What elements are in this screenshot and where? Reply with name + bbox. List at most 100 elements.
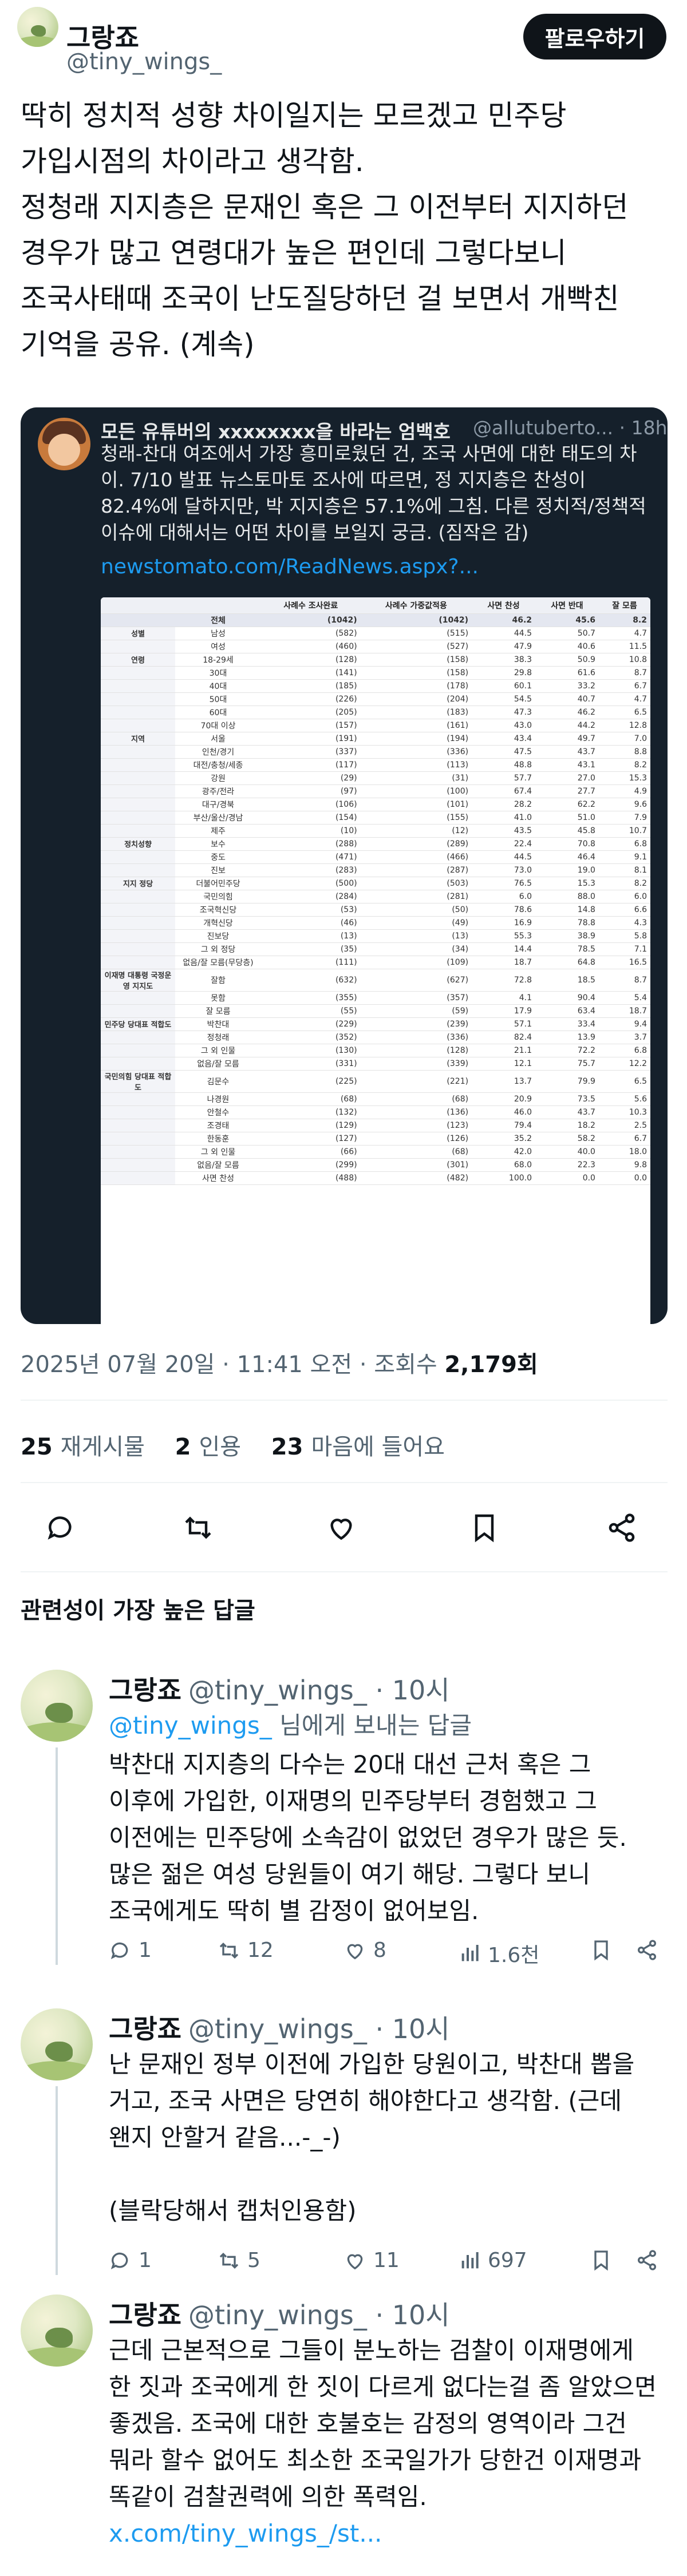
label-cell: 진보당 bbox=[175, 929, 261, 943]
group-cell bbox=[101, 666, 175, 680]
like-count: 11 bbox=[373, 2249, 400, 2272]
group-cell bbox=[101, 1105, 175, 1119]
like-count[interactable]: 23 bbox=[271, 1434, 303, 1460]
header-cell bbox=[101, 597, 175, 614]
value-cell: 50.7 bbox=[535, 627, 599, 640]
value-cell: 10.3 bbox=[598, 1105, 650, 1119]
label-cell: 나경원 bbox=[175, 1092, 261, 1106]
retweet-label[interactable]: 재게시물 bbox=[61, 1434, 145, 1460]
value-cell: 6.5 bbox=[598, 706, 650, 719]
reply-avatar[interactable] bbox=[21, 2008, 93, 2080]
reply-author[interactable]: 그랑죠 @tiny_wings_ · 10시 bbox=[109, 1670, 450, 1707]
like-icon[interactable] bbox=[318, 1505, 364, 1551]
table-row: 지지 정당 더불어민주당 (500) (503) 76.5 15.3 8.2 bbox=[101, 877, 650, 890]
view-count: 697 bbox=[488, 2249, 527, 2272]
reply-views-button[interactable]: 1.6천 bbox=[458, 1939, 539, 1968]
reply-retweet-button[interactable]: 12 bbox=[218, 1939, 274, 1962]
reply-icon[interactable] bbox=[38, 1505, 84, 1551]
share-icon[interactable] bbox=[599, 1505, 645, 1551]
reply-action-bar: 1 5 11 697 bbox=[109, 2249, 670, 2283]
value-cell: 6.5 bbox=[598, 1070, 650, 1093]
avatar-hill bbox=[21, 1722, 93, 1742]
value-cell: 75.7 bbox=[535, 1057, 599, 1071]
retweet-count[interactable]: 25 bbox=[21, 1434, 53, 1460]
value-cell: (13) bbox=[261, 929, 361, 943]
value-cell: (337) bbox=[261, 745, 361, 759]
value-cell: 47.9 bbox=[472, 640, 536, 653]
group-cell bbox=[101, 942, 175, 956]
value-cell: (100) bbox=[360, 784, 472, 798]
table-row: 대구/경북 (106) (101) 28.2 62.2 9.6 bbox=[101, 798, 650, 811]
reply-like-button[interactable]: 8 bbox=[344, 1939, 386, 1962]
group-cell bbox=[101, 719, 175, 732]
value-cell: (287) bbox=[360, 863, 472, 877]
divider bbox=[21, 1482, 668, 1483]
table-row: 개혁신당 (46) (49) 16.9 78.8 4.3 bbox=[101, 916, 650, 930]
reply-avatar[interactable] bbox=[21, 1670, 93, 1742]
group-cell: 성별 bbox=[101, 627, 175, 640]
group-cell: 민주당 당대표 적합도 bbox=[101, 1017, 175, 1031]
label-cell: 안철수 bbox=[175, 1105, 261, 1119]
reply-author[interactable]: 그랑죠 @tiny_wings_ · 10시 bbox=[109, 2008, 450, 2046]
quote-label[interactable]: 인용 bbox=[199, 1434, 241, 1460]
value-cell: 82.4 bbox=[472, 1031, 536, 1044]
reply-bookmark-button[interactable] bbox=[590, 1939, 613, 1961]
value-cell: (336) bbox=[360, 1031, 472, 1044]
quoted-tweet-card[interactable]: 모든 유튜버의 xxxxxxxx을 바라는 엄백호 @allutuberto..… bbox=[21, 407, 668, 1324]
value-cell: 15.3 bbox=[598, 771, 650, 785]
value-cell: (141) bbox=[261, 666, 361, 680]
value-cell: 54.5 bbox=[472, 692, 536, 706]
reply-item[interactable]: 그랑죠 @tiny_wings_ · 10시 @tiny_wings_ 님에게 보… bbox=[0, 1670, 687, 1967]
label-cell: 50대 bbox=[175, 692, 261, 706]
value-cell: 8.7 bbox=[598, 969, 650, 992]
author-avatar[interactable] bbox=[17, 7, 57, 47]
reply-bookmark-button[interactable] bbox=[590, 2249, 613, 2272]
reply-retweet-button[interactable]: 5 bbox=[218, 2249, 260, 2272]
reply-item[interactable]: 그랑죠 @tiny_wings_ · 10시 난 문재인 정부 이전에 가입한 당… bbox=[0, 2008, 687, 2277]
reply-item[interactable]: 그랑죠 @tiny_wings_ · 10시 근데 근본적으로 그들이 분노하는 … bbox=[0, 2294, 687, 2569]
retweet-icon[interactable] bbox=[175, 1505, 221, 1551]
label-cell: 60대 bbox=[175, 706, 261, 719]
value-cell: 4.7 bbox=[598, 692, 650, 706]
reply-mention[interactable]: @tiny_wings_ bbox=[109, 1711, 272, 1739]
reply-share-button[interactable] bbox=[635, 1939, 658, 1961]
header-cell: 사례수 조사완료 bbox=[261, 597, 361, 614]
value-cell: 50.9 bbox=[535, 653, 599, 667]
quote-count[interactable]: 2 bbox=[175, 1434, 191, 1460]
bookmark-icon[interactable] bbox=[461, 1505, 507, 1551]
reply-like-button[interactable]: 11 bbox=[344, 2249, 400, 2272]
replies-section-title[interactable]: 관련성이 가장 높은 답글 bbox=[21, 1592, 255, 1625]
reply-author[interactable]: 그랑죠 @tiny_wings_ · 10시 bbox=[109, 2294, 450, 2332]
value-cell: (154) bbox=[261, 811, 361, 825]
value-cell: (50) bbox=[360, 903, 472, 917]
follow-button[interactable]: 팔로우하기 bbox=[523, 14, 666, 60]
group-cell: 이재명 대통령 국정운영 지지도 bbox=[101, 969, 175, 992]
reply-avatar[interactable] bbox=[21, 2294, 93, 2367]
table-row: 국민의힘 (284) (281) 6.0 88.0 6.0 bbox=[101, 890, 650, 903]
reply-text: 박찬대 지지층의 다수는 20대 대선 근처 혹은 그 이후에 가입한, 이재명… bbox=[109, 1750, 627, 1925]
reply-share-button[interactable] bbox=[635, 2249, 658, 2272]
value-cell: 48.8 bbox=[472, 758, 536, 772]
label-cell: 전체 bbox=[175, 613, 261, 627]
quote-link[interactable]: newstomato.com/ReadNews.aspx?... bbox=[101, 555, 479, 578]
tweet-line: 가입시점의 차이라고 생각함. bbox=[21, 145, 364, 178]
like-label[interactable]: 마음에 들어요 bbox=[311, 1434, 445, 1460]
reply-link[interactable]: x.com/tiny_wings_/st... bbox=[109, 2515, 670, 2552]
reply-reply-button[interactable]: 1 bbox=[109, 1939, 152, 1962]
value-cell: 16.9 bbox=[472, 916, 536, 930]
quote-author-avatar bbox=[38, 418, 90, 470]
reply-count: 1 bbox=[139, 1939, 152, 1962]
avatar-hill bbox=[21, 2060, 93, 2080]
reply-reply-button[interactable]: 1 bbox=[109, 2249, 152, 2272]
tweet-timestamp[interactable]: 2025년 07월 20일 · 11:41 오전 · 조회수 2,179회 bbox=[21, 1346, 538, 1379]
value-cell: 13.7 bbox=[472, 1070, 536, 1093]
quote-text: 청래-찬대 여조에서 가장 흥미로웠던 건, 조국 사면에 대한 태도의 차이.… bbox=[101, 442, 646, 544]
value-cell: (66) bbox=[261, 1145, 361, 1159]
thread-line bbox=[56, 1747, 58, 1965]
label-cell: 남성 bbox=[175, 627, 261, 640]
reply-views-button[interactable]: 697 bbox=[458, 2249, 527, 2272]
value-cell: 11.5 bbox=[598, 640, 650, 653]
poll-table-image[interactable]: 사례수 조사완료 사례수 가중값적용 사면 찬성 사면 반대 잘 모름 전체 (1… bbox=[101, 597, 650, 1324]
group-cell: 국민의힘 당대표 적합도 bbox=[101, 1070, 175, 1093]
author-handle[interactable]: @tiny_wings_ bbox=[66, 49, 222, 75]
